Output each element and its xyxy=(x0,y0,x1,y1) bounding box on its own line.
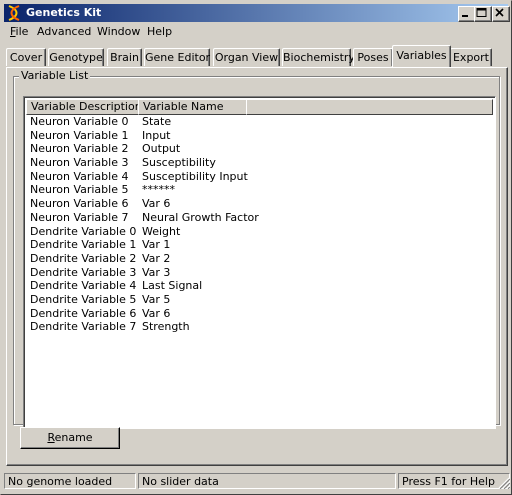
title-bar[interactable]: Genetics Kit xyxy=(4,4,510,22)
list-item[interactable]: Dendrite Variable 7 Strength xyxy=(26,320,493,334)
variable-description: Neuron Variable 5 xyxy=(30,183,129,197)
variable-list-group: Variable Description Variable Name Neuro… xyxy=(13,76,500,429)
menu-advanced[interactable]: Advanced xyxy=(37,25,91,38)
maximize-button[interactable] xyxy=(474,6,492,22)
tab-organ-view[interactable]: Organ View xyxy=(213,48,280,66)
window-title: Genetics Kit xyxy=(26,6,102,19)
tab-variables[interactable]: Variables xyxy=(392,45,451,67)
listview-header: Variable Description Variable Name xyxy=(26,99,493,115)
variable-listview[interactable]: Variable Description Variable Name Neuro… xyxy=(23,96,496,429)
maximize-icon xyxy=(476,8,487,17)
list-item[interactable]: Neuron Variable 4 Susceptibility Input xyxy=(26,170,493,184)
variable-name: State xyxy=(142,115,172,128)
status-help: Press F1 for Help xyxy=(398,473,510,489)
menu-bar: File Advanced Window Help xyxy=(4,23,508,42)
list-item[interactable]: Dendrite Variable 0 Weight xyxy=(26,225,493,239)
variable-description: Dendrite Variable 7 xyxy=(30,320,137,334)
column-header-empty[interactable] xyxy=(246,99,493,115)
variable-description: Dendrite Variable 5 xyxy=(30,292,137,306)
status-slider: No slider data xyxy=(138,473,396,489)
list-item[interactable]: Neuron Variable 0 State xyxy=(26,115,493,129)
variable-name: ****** xyxy=(142,183,175,197)
close-icon xyxy=(495,8,504,17)
minimize-icon xyxy=(462,15,468,17)
variable-description: Neuron Variable 1 xyxy=(30,128,129,142)
variable-name: Neural Growth Factor xyxy=(142,210,259,224)
list-item[interactable]: Neuron Variable 3 Susceptibility xyxy=(26,156,493,170)
variable-name: Var 3 xyxy=(142,265,171,279)
variable-description: Dendrite Variable 2 xyxy=(30,251,137,265)
variable-name: Susceptibility xyxy=(142,156,216,170)
variable-description: Dendrite Variable 3 xyxy=(30,265,137,279)
tab-export[interactable]: Export xyxy=(450,48,492,66)
list-item[interactable]: Neuron Variable 7 Neural Growth Factor xyxy=(26,211,493,225)
variable-name: Last Signal xyxy=(142,279,203,293)
variable-name: Susceptibility Input xyxy=(142,169,248,183)
list-item[interactable]: Dendrite Variable 2 Var 2 xyxy=(26,252,493,266)
column-header-name[interactable]: Variable Name xyxy=(138,99,247,115)
variable-name: Strength xyxy=(142,320,190,334)
menu-window[interactable]: Window xyxy=(97,25,140,38)
variable-name: Output xyxy=(142,142,181,156)
variable-description: Dendrite Variable 6 xyxy=(30,306,137,320)
menu-help[interactable]: Help xyxy=(147,25,172,38)
variable-description: Dendrite Variable 0 xyxy=(30,224,137,238)
variable-description: Neuron Variable 2 xyxy=(30,142,129,156)
list-item[interactable]: Dendrite Variable 6 Var 6 xyxy=(26,307,493,321)
resize-grip-icon[interactable] xyxy=(498,477,510,489)
variable-name: Var 6 xyxy=(142,197,171,211)
app-window: Genetics Kit File Advanced Window Help C… xyxy=(0,0,512,495)
variable-description: Neuron Variable 3 xyxy=(30,156,129,170)
variable-name: Var 6 xyxy=(142,306,171,320)
list-item[interactable]: Dendrite Variable 1 Var 1 xyxy=(26,238,493,252)
menu-file[interactable]: File xyxy=(10,25,28,38)
rename-button[interactable]: Rename xyxy=(20,427,120,449)
tab-cover[interactable]: Cover xyxy=(6,48,46,66)
variable-description: Dendrite Variable 1 xyxy=(30,238,137,252)
group-label: Variable List xyxy=(19,69,91,82)
variable-name: Var 2 xyxy=(142,251,171,265)
variable-description: Neuron Variable 7 xyxy=(30,210,129,224)
variable-name: Var 5 xyxy=(142,292,171,306)
close-button[interactable] xyxy=(492,6,510,22)
column-header-description[interactable]: Variable Description xyxy=(26,99,142,115)
tab-genotype[interactable]: Genotype xyxy=(48,48,104,66)
status-genome: No genome loaded xyxy=(4,473,136,489)
status-bar: No genome loaded No slider data Press F1… xyxy=(1,471,512,491)
variable-name: Input xyxy=(142,128,171,142)
variable-description: Neuron Variable 6 xyxy=(30,197,129,211)
variable-description: Dendrite Variable 4 xyxy=(30,279,137,293)
list-item[interactable]: Dendrite Variable 4 Last Signal xyxy=(26,279,493,293)
dna-helix-icon xyxy=(8,5,20,21)
listview-rows: Neuron Variable 0 State Neuron Variable 1 I… xyxy=(26,115,493,334)
tab-brain[interactable]: Brain xyxy=(107,48,142,66)
variable-description: Neuron Variable 0 xyxy=(30,115,129,128)
list-item[interactable]: Neuron Variable 2 Output xyxy=(26,142,493,156)
tab-poses[interactable]: Poses xyxy=(353,48,393,66)
variables-panel: Variable Description Variable Name Neuro… xyxy=(6,67,508,466)
tab-strip: Cover Genotype Brain Gene Editor Organ V… xyxy=(1,45,512,67)
list-item[interactable]: Dendrite Variable 5 Var 5 xyxy=(26,293,493,307)
list-item[interactable]: Neuron Variable 1 Input xyxy=(26,129,493,143)
list-item[interactable]: Dendrite Variable 3 Var 3 xyxy=(26,266,493,280)
variable-description: Neuron Variable 4 xyxy=(30,169,129,183)
tab-biochemistry[interactable]: Biochemistry xyxy=(282,48,355,66)
list-item[interactable]: Neuron Variable 6 Var 6 xyxy=(26,197,493,211)
variable-name: Weight xyxy=(142,224,181,238)
list-item[interactable]: Neuron Variable 5 ****** xyxy=(26,183,493,197)
variable-name: Var 1 xyxy=(142,238,171,252)
tab-gene-editor[interactable]: Gene Editor xyxy=(144,48,210,66)
